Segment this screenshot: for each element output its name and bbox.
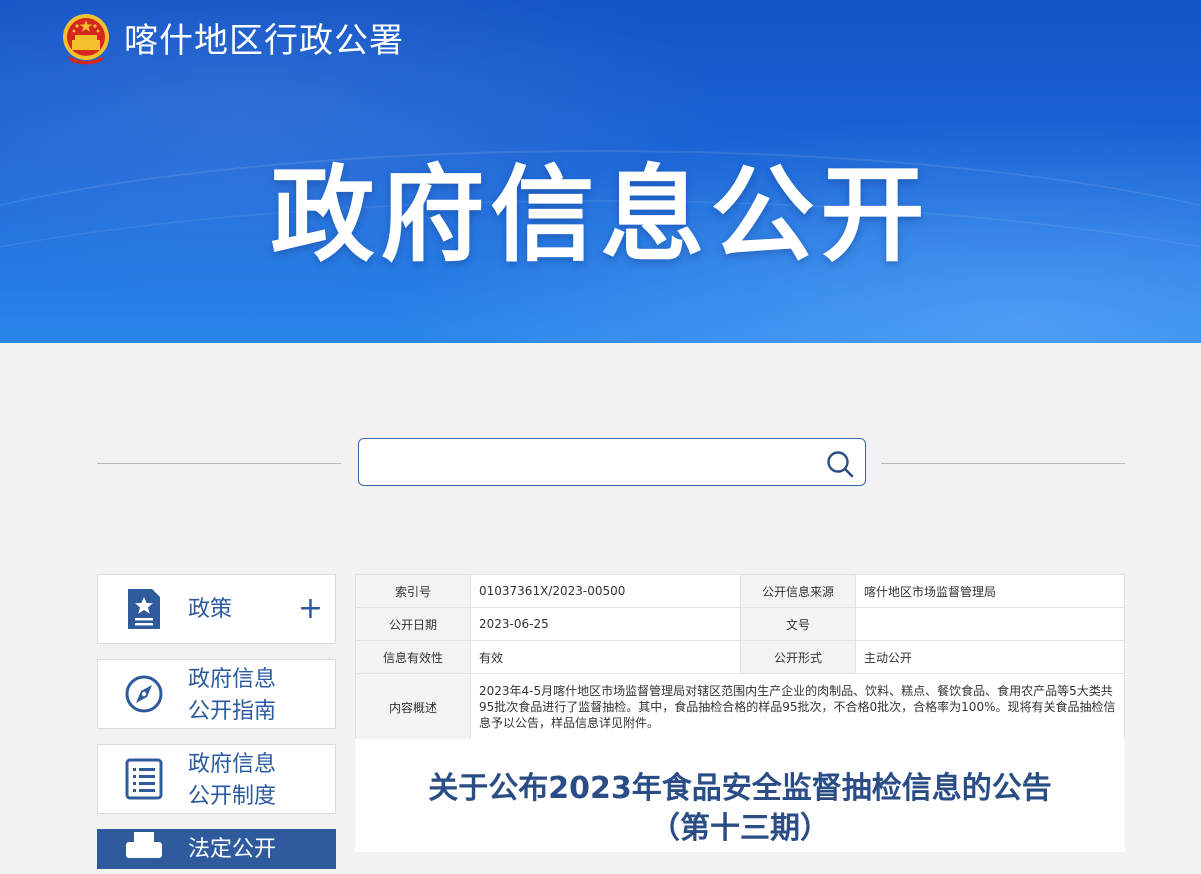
sidebar-item-label: 法定公开 xyxy=(188,837,277,862)
source-value: 喀什地区市场监督管理局 xyxy=(855,574,1125,608)
form-label: 公开形式 xyxy=(740,640,856,674)
sidebar-item-guide[interactable]: 政府信息 公开指南 xyxy=(97,659,336,729)
sidebar-item-label: 公开制度 xyxy=(188,784,277,809)
org-name[interactable]: 喀什地区行政公署 xyxy=(124,15,404,67)
table-row: 内容概述 2023年4-5月喀什地区市场监督管理局对辖区范围内生产企业的肉制品、… xyxy=(355,673,1125,741)
sidebar-item-statutory[interactable]: 法定公开 xyxy=(97,829,336,869)
search-input[interactable] xyxy=(371,447,815,479)
table-row: 索引号 01037361X/2023-00500 公开信息来源 喀什地区市场监督… xyxy=(355,574,1125,608)
list-document-icon xyxy=(125,758,163,800)
printer-icon xyxy=(126,832,162,858)
date-value: 2023-06-25 xyxy=(470,607,741,641)
source-label: 公开信息来源 xyxy=(740,574,856,608)
article-title-line: 关于公布2023年食品安全监督抽检信息的公告 xyxy=(428,771,1052,806)
validity-value: 有效 xyxy=(470,640,741,674)
sidebar-item-policy[interactable]: 政策 + xyxy=(97,574,336,644)
index-value: 01037361X/2023-00500 xyxy=(470,574,741,608)
table-row: 信息有效性 有效 公开形式 主动公开 xyxy=(355,640,1125,674)
search-icon[interactable] xyxy=(825,449,855,479)
sidebar-item-label: 政府信息 xyxy=(188,667,277,692)
national-emblem-icon[interactable] xyxy=(60,12,112,66)
sidebar-item-label: 公开指南 xyxy=(188,699,277,724)
sidebar-item-label: 政府信息 xyxy=(188,752,277,777)
docno-value xyxy=(855,607,1125,641)
sidebar-item-system[interactable]: 政府信息 公开制度 xyxy=(97,744,336,814)
divider xyxy=(881,463,1125,464)
validity-label: 信息有效性 xyxy=(355,640,471,674)
index-label: 索引号 xyxy=(355,574,471,608)
article-area: 关于公布2023年食品安全监督抽检信息的公告 （第十三期） xyxy=(355,739,1125,852)
article-title: 关于公布2023年食品安全监督抽检信息的公告 （第十三期） xyxy=(355,769,1125,849)
date-label: 公开日期 xyxy=(355,607,471,641)
divider xyxy=(97,463,341,464)
expand-plus-icon[interactable]: + xyxy=(298,594,323,624)
summary-value: 2023年4-5月喀什地区市场监督管理局对辖区范围内生产企业的肉制品、饮料、糕点… xyxy=(470,673,1125,741)
policy-document-icon xyxy=(128,589,160,629)
table-row: 公开日期 2023-06-25 文号 xyxy=(355,607,1125,641)
summary-label: 内容概述 xyxy=(355,673,471,741)
article-title-line: （第十三期） xyxy=(650,811,830,846)
docno-label: 文号 xyxy=(740,607,856,641)
compass-icon xyxy=(125,675,163,713)
search-box xyxy=(358,438,866,486)
form-value: 主动公开 xyxy=(855,640,1125,674)
sidebar-item-label: 政策 xyxy=(188,597,233,622)
page-hero-title: 政府信息公开 xyxy=(270,154,931,276)
info-metadata-table: 索引号 01037361X/2023-00500 公开信息来源 喀什地区市场监督… xyxy=(355,574,1125,741)
header-banner: 喀什地区行政公署 政府信息公开 xyxy=(0,0,1201,343)
